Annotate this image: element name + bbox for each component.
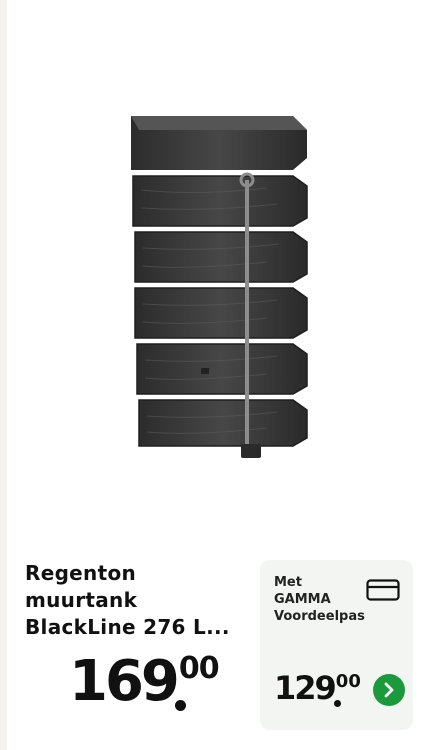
- loyalty-price-decimals: 00: [335, 671, 361, 692]
- view-offer-button[interactable]: [373, 674, 405, 706]
- price-integer: 169: [69, 649, 180, 714]
- product-title-line-1: Regenton: [25, 561, 137, 585]
- card-icon: [366, 579, 400, 601]
- loyalty-price-integer: 129: [274, 669, 337, 707]
- product-title-line-3: BlackLine 276 L...: [25, 615, 230, 639]
- loyalty-label-line-1: Met: [274, 575, 302, 590]
- price-decimals: 00: [178, 651, 220, 686]
- loyalty-label-line-2: GAMMA: [274, 592, 331, 607]
- regular-price: 16900: [69, 649, 220, 720]
- loyalty-price-dot: [334, 700, 341, 707]
- product-title[interactable]: Regenton muurtank BlackLine 276 L...: [25, 560, 255, 641]
- chevron-right-icon: [384, 682, 394, 698]
- loyalty-label: Met GAMMA Voordeelpas: [274, 574, 374, 625]
- loyalty-label-line-3: Voordeelpas: [274, 609, 365, 624]
- loyalty-price-box[interactable]: Met GAMMA Voordeelpas 12900: [260, 560, 413, 730]
- product-title-line-2: muurtank: [25, 588, 138, 612]
- price-dot: [175, 700, 186, 711]
- product-image[interactable]: [117, 100, 317, 470]
- product-card[interactable]: Regenton muurtank BlackLine 276 L... 169…: [7, 0, 422, 750]
- loyalty-price: 12900: [274, 668, 361, 708]
